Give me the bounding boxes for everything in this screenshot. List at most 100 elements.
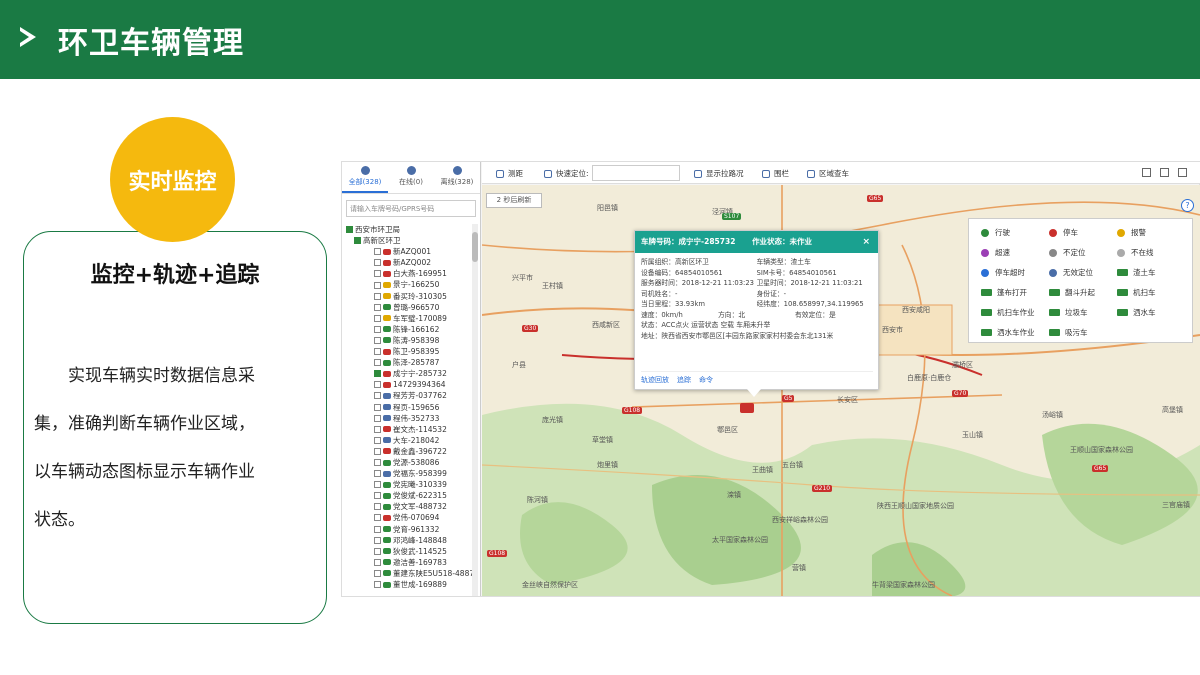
vehicle-row[interactable]: 车军璧-170089 (344, 313, 472, 324)
vehicle-row[interactable]: 番买玲-310305 (344, 291, 472, 302)
checkbox[interactable] (346, 226, 353, 234)
tree-group[interactable]: 高新区环卫 (344, 235, 472, 246)
slide-title: 环卫车辆管理 (58, 26, 244, 61)
vehicle-row[interactable]: 景宁-166250 (344, 279, 472, 290)
checkbox[interactable] (374, 370, 381, 378)
fullscreen-icon[interactable] (1178, 168, 1187, 177)
vehicle-row[interactable]: 董建东陕E5U518-48878 (344, 568, 472, 579)
vehicle-row[interactable]: 程伟-352733 (344, 413, 472, 424)
vehicle-row[interactable]: 成宁宁-285732 (344, 368, 472, 379)
tab-all[interactable]: 全部(328) (342, 162, 388, 193)
checkbox[interactable] (374, 481, 381, 489)
checkbox[interactable] (374, 403, 381, 411)
vehicle-row[interactable]: 邀洁善-169783 (344, 557, 472, 568)
vehicle-row[interactable]: 戴金鑫-396722 (344, 446, 472, 457)
checkbox[interactable] (374, 492, 381, 500)
vehicle-row[interactable]: 党伟-070694 (344, 512, 472, 523)
vehicle-row[interactable]: 新AZQ002 (344, 257, 472, 268)
vehicle-row[interactable]: 党俊斌-622315 (344, 490, 472, 501)
checkbox[interactable] (374, 459, 381, 467)
checkbox[interactable] (374, 303, 381, 311)
checkbox[interactable] (374, 359, 381, 367)
checkbox[interactable] (374, 392, 381, 400)
area-search-button[interactable]: 区域查车 (807, 168, 849, 179)
map-place-label: 营镇 (792, 564, 806, 572)
vehicle-row[interactable]: 党宪曦-310339 (344, 479, 472, 490)
vehicle-row[interactable]: 党育-961332 (344, 524, 472, 535)
status-dot-icon (981, 248, 989, 257)
car-icon (383, 581, 391, 588)
checkbox[interactable] (374, 436, 381, 444)
popup-link[interactable]: 命令 (699, 375, 713, 385)
checkbox[interactable] (374, 547, 381, 555)
description-line: 实现车辆实时数据信息采 (68, 366, 255, 386)
tree-root[interactable]: 西安市环卫局 (344, 224, 472, 235)
checkbox[interactable] (374, 381, 381, 389)
vehicle-row[interactable]: 陈锋-166162 (344, 324, 472, 335)
traffic-button[interactable]: 显示拉路况 (694, 168, 744, 179)
vehicle-row[interactable]: 陈泽-285787 (344, 357, 472, 368)
legend-label: 渣土车 (1133, 268, 1156, 277)
car-icon (383, 492, 391, 499)
vehicle-search-input[interactable]: 请输入车牌号码/GPRS号码 (346, 200, 476, 217)
vehicle-row[interactable]: 14729394364 (344, 379, 472, 390)
status-dot-icon (981, 228, 989, 237)
vehicle-row[interactable]: 陈卫-958395 (344, 346, 472, 357)
vehicle-row[interactable]: 程芳芳-037762 (344, 390, 472, 401)
scrollbar-thumb[interactable] (472, 232, 478, 262)
vehicle-row[interactable]: 陈涛-958398 (344, 335, 472, 346)
popup-row: 当日里程：33.93km 经纬度：108.658997,34.119965 (641, 299, 872, 310)
vehicle-row[interactable]: 新AZQ001 (344, 246, 472, 257)
help-icon[interactable]: ? (1181, 199, 1194, 212)
checkbox[interactable] (374, 425, 381, 433)
vehicle-row[interactable]: 董世成-169889 (344, 579, 472, 590)
popup-link[interactable]: 追踪 (677, 375, 691, 385)
vehicle-row[interactable]: 党源-538086 (344, 457, 472, 468)
checkbox[interactable] (354, 237, 361, 245)
vehicle-row[interactable]: 狄俊武-114525 (344, 546, 472, 557)
checkbox[interactable] (374, 281, 381, 289)
tab-offline[interactable]: 离线(328) (434, 162, 480, 193)
vehicle-row[interactable]: 曾璐-966570 (344, 302, 472, 313)
layout-icon[interactable] (1142, 168, 1151, 177)
checkbox[interactable] (374, 558, 381, 566)
checkbox[interactable] (374, 414, 381, 422)
vehicle-row[interactable]: 党福东-958399 (344, 468, 472, 479)
legend-item: 吸污车 (1049, 327, 1088, 338)
locate-input[interactable] (592, 165, 680, 181)
vehicle-row[interactable]: 党文军-488732 (344, 501, 472, 512)
map-view[interactable]: 2 秒后刷新 ? 泾河镇阳邑镇渭城区兴平市王村镇户县西咸新区未央区西安市西安咸阳… (482, 185, 1200, 596)
vehicle-row[interactable]: 邓鸿峰-148848 (344, 535, 472, 546)
checkbox[interactable] (374, 536, 381, 544)
checkbox[interactable] (374, 292, 381, 300)
fence-button[interactable]: 围栏 (762, 168, 789, 179)
checkbox[interactable] (374, 336, 381, 344)
vehicle-row[interactable]: 程页-159656 (344, 402, 472, 413)
checkbox[interactable] (374, 314, 381, 322)
map-place-label: 西咸新区 (592, 321, 620, 329)
checkbox[interactable] (374, 325, 381, 333)
refresh-indicator[interactable]: 2 秒后刷新 (486, 193, 542, 208)
checkbox[interactable] (374, 581, 381, 589)
popup-link[interactable]: 轨迹回放 (641, 375, 669, 385)
checkbox[interactable] (374, 248, 381, 256)
vehicle-row[interactable]: 白大燕-169951 (344, 268, 472, 279)
checkbox[interactable] (374, 348, 381, 356)
map-place-label: 王顺山国家森林公园 (1070, 446, 1133, 454)
vehicle-marker-icon[interactable] (740, 403, 754, 413)
checkbox[interactable] (374, 259, 381, 267)
vehicle-row[interactable]: 大车-218042 (344, 435, 472, 446)
split-icon[interactable] (1160, 168, 1169, 177)
checkbox[interactable] (374, 470, 381, 478)
checkbox[interactable] (374, 514, 381, 522)
tab-online[interactable]: 在线(0) (388, 162, 434, 193)
checkbox[interactable] (374, 569, 381, 577)
checkbox[interactable] (374, 503, 381, 511)
close-icon[interactable]: × (862, 231, 870, 253)
measure-button[interactable]: 测距 (496, 168, 523, 179)
checkbox[interactable] (374, 447, 381, 455)
checkbox[interactable] (374, 270, 381, 278)
vehicle-row[interactable]: 崔文杰-114532 (344, 424, 472, 435)
tree-scrollbar[interactable] (472, 224, 478, 596)
checkbox[interactable] (374, 525, 381, 533)
